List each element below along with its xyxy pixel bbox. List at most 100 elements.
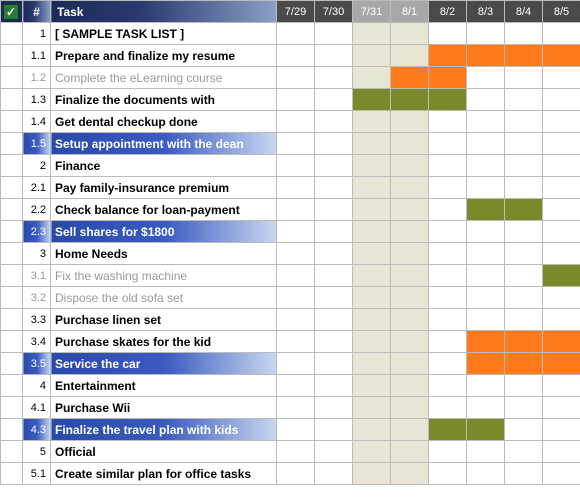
gantt-bar[interactable] — [467, 331, 504, 352]
gantt-cell[interactable] — [353, 441, 391, 463]
gantt-cell[interactable] — [277, 89, 315, 111]
date-header[interactable]: 7/30 — [315, 1, 353, 23]
row-task[interactable]: Dispose the old sofa set — [51, 287, 277, 309]
gantt-cell[interactable] — [429, 133, 467, 155]
gantt-cell[interactable] — [315, 419, 353, 441]
row-task[interactable]: Sell shares for $1800 — [51, 221, 277, 243]
gantt-cell[interactable] — [353, 23, 391, 45]
gantt-cell[interactable] — [277, 463, 315, 485]
gantt-cell[interactable] — [277, 287, 315, 309]
gantt-cell[interactable] — [353, 45, 391, 67]
task-row[interactable]: 3Home Needs — [1, 243, 580, 265]
gantt-cell[interactable] — [467, 67, 505, 89]
num-header[interactable]: # — [23, 1, 51, 23]
task-row[interactable]: 3.2Dispose the old sofa set — [1, 287, 580, 309]
gantt-cell[interactable] — [391, 221, 429, 243]
gantt-cell[interactable] — [315, 287, 353, 309]
row-task[interactable]: Create similar plan for office tasks — [51, 463, 277, 485]
gantt-cell[interactable] — [277, 111, 315, 133]
gantt-cell[interactable] — [467, 111, 505, 133]
gantt-cell[interactable] — [467, 199, 505, 221]
check-cell[interactable] — [1, 331, 23, 353]
gantt-bar[interactable] — [429, 67, 466, 88]
gantt-cell[interactable] — [391, 419, 429, 441]
gantt-bar[interactable] — [543, 331, 580, 352]
gantt-cell[interactable] — [543, 221, 580, 243]
gantt-cell[interactable] — [315, 221, 353, 243]
gantt-cell[interactable] — [543, 45, 580, 67]
gantt-cell[interactable] — [467, 133, 505, 155]
gantt-cell[interactable] — [353, 287, 391, 309]
gantt-cell[interactable] — [543, 441, 580, 463]
gantt-cell[interactable] — [505, 353, 543, 375]
gantt-cell[interactable] — [467, 23, 505, 45]
task-row[interactable]: 1.3Finalize the documents with — [1, 89, 580, 111]
gantt-cell[interactable] — [543, 111, 580, 133]
gantt-cell[interactable] — [315, 331, 353, 353]
gantt-bar[interactable] — [543, 45, 580, 66]
row-task[interactable]: Prepare and finalize my resume — [51, 45, 277, 67]
gantt-cell[interactable] — [467, 155, 505, 177]
gantt-cell[interactable] — [391, 331, 429, 353]
gantt-cell[interactable] — [315, 375, 353, 397]
gantt-cell[interactable] — [467, 309, 505, 331]
gantt-cell[interactable] — [429, 155, 467, 177]
gantt-cell[interactable] — [391, 133, 429, 155]
gantt-cell[interactable] — [353, 133, 391, 155]
row-task[interactable]: Pay family-insurance premium — [51, 177, 277, 199]
gantt-cell[interactable] — [277, 155, 315, 177]
check-cell[interactable] — [1, 309, 23, 331]
gantt-cell[interactable] — [277, 243, 315, 265]
gantt-bar[interactable] — [543, 265, 580, 286]
gantt-cell[interactable] — [391, 375, 429, 397]
gantt-cell[interactable] — [353, 67, 391, 89]
gantt-cell[interactable] — [429, 331, 467, 353]
gantt-cell[interactable] — [391, 463, 429, 485]
gantt-cell[interactable] — [391, 89, 429, 111]
gantt-cell[interactable] — [467, 441, 505, 463]
gantt-cell[interactable] — [315, 199, 353, 221]
gantt-bar[interactable] — [429, 89, 466, 110]
gantt-cell[interactable] — [391, 287, 429, 309]
check-cell[interactable] — [1, 221, 23, 243]
gantt-cell[interactable] — [315, 265, 353, 287]
task-row[interactable]: 5.1Create similar plan for office tasks — [1, 463, 580, 485]
gantt-cell[interactable] — [467, 463, 505, 485]
gantt-cell[interactable] — [543, 309, 580, 331]
task-row[interactable]: 3.5Service the car — [1, 353, 580, 375]
gantt-cell[interactable] — [315, 67, 353, 89]
gantt-cell[interactable] — [429, 23, 467, 45]
gantt-cell[interactable] — [429, 397, 467, 419]
gantt-cell[interactable] — [543, 243, 580, 265]
check-cell[interactable] — [1, 133, 23, 155]
check-cell[interactable] — [1, 23, 23, 45]
task-row[interactable]: 3.4Purchase skates for the kid — [1, 331, 580, 353]
task-row[interactable]: 1.5Setup appointment with the dean — [1, 133, 580, 155]
row-task[interactable]: [ SAMPLE TASK LIST ] — [51, 23, 277, 45]
gantt-cell[interactable] — [543, 177, 580, 199]
row-task[interactable]: Purchase Wii — [51, 397, 277, 419]
gantt-bar[interactable] — [505, 199, 542, 220]
check-cell[interactable] — [1, 353, 23, 375]
gantt-cell[interactable] — [315, 397, 353, 419]
gantt-cell[interactable] — [505, 45, 543, 67]
gantt-cell[interactable] — [391, 155, 429, 177]
gantt-cell[interactable] — [543, 23, 580, 45]
gantt-cell[interactable] — [277, 419, 315, 441]
gantt-cell[interactable] — [353, 199, 391, 221]
check-cell[interactable] — [1, 463, 23, 485]
gantt-cell[interactable] — [467, 89, 505, 111]
gantt-cell[interactable] — [467, 45, 505, 67]
gantt-cell[interactable] — [543, 287, 580, 309]
gantt-cell[interactable] — [429, 353, 467, 375]
check-cell[interactable] — [1, 397, 23, 419]
check-cell[interactable] — [1, 199, 23, 221]
gantt-cell[interactable] — [315, 155, 353, 177]
gantt-cell[interactable] — [391, 67, 429, 89]
row-task[interactable]: Fix the washing machine — [51, 265, 277, 287]
row-task[interactable]: Complete the eLearning course — [51, 67, 277, 89]
gantt-cell[interactable] — [505, 419, 543, 441]
gantt-cell[interactable] — [543, 331, 580, 353]
gantt-cell[interactable] — [543, 397, 580, 419]
gantt-cell[interactable] — [505, 23, 543, 45]
